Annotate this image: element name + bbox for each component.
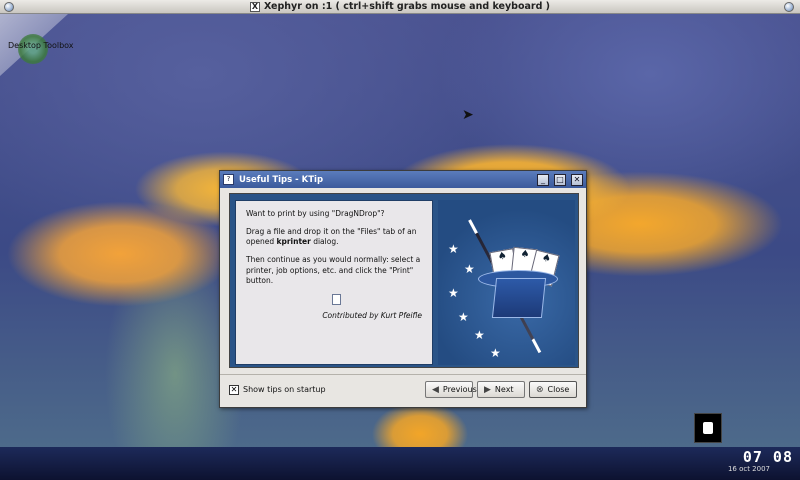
mouse-cursor-icon: ➤ xyxy=(462,107,474,123)
host-titlebar: X Xephyr on :1 ( ctrl+shift grabs mouse … xyxy=(0,0,800,14)
dialog-titlebar[interactable]: ? Useful Tips - KTip _ □ ✕ xyxy=(220,171,586,188)
close-button[interactable]: ⊗ Close xyxy=(529,381,577,398)
close-icon: ⊗ xyxy=(536,384,544,395)
host-title-text: Xephyr on :1 ( ctrl+shift grabs mouse an… xyxy=(263,1,551,12)
clock-date: 16 oct 2007 xyxy=(727,465,770,473)
star-icon: ★ xyxy=(458,310,469,324)
dialog-title: Useful Tips - KTip xyxy=(239,174,324,185)
window-close-icon[interactable] xyxy=(784,2,794,12)
tip-line-2: Then continue as you would normally: sel… xyxy=(246,255,421,285)
magic-hat-illustration: ★ ★ ★ ★ ★ ★ ♠ ♠ ♠ xyxy=(438,200,575,365)
clipboard-tray[interactable] xyxy=(694,413,722,443)
close-window-button[interactable]: ✕ xyxy=(571,173,583,186)
tip-heading: Want to print by using "DragNDrop"? xyxy=(246,209,385,218)
maximize-button[interactable]: □ xyxy=(554,173,566,186)
star-icon: ★ xyxy=(474,328,485,342)
magic-hat-icon xyxy=(491,278,547,318)
toolbox-label: Desktop Toolbox xyxy=(8,41,74,50)
show-tips-checkbox[interactable]: ✕ xyxy=(229,384,239,395)
clock-time[interactable]: 07 08 xyxy=(743,448,793,466)
minimize-button[interactable]: _ xyxy=(537,173,549,186)
star-icon: ★ xyxy=(464,262,475,276)
star-icon: ★ xyxy=(490,346,501,360)
ktip-dialog: ? Useful Tips - KTip _ □ ✕ Want to print… xyxy=(219,170,587,408)
taskbar xyxy=(0,447,800,480)
show-tips-label[interactable]: Show tips on startup xyxy=(243,385,421,394)
tip-area: Want to print by using "DragNDrop"? Drag… xyxy=(229,193,579,368)
dialog-footer: ✕ Show tips on startup ◀ Previous ▶ Next… xyxy=(220,374,586,404)
previous-button[interactable]: ◀ Previous xyxy=(425,381,477,398)
document-icon xyxy=(332,293,341,305)
x-logo-icon: X xyxy=(249,1,260,12)
tip-line-1: Drag a file and drop it on the "Files" t… xyxy=(246,227,417,247)
arrow-left-icon: ◀ xyxy=(432,384,439,395)
star-icon: ★ xyxy=(448,242,459,256)
tip-credit: Contributed by Kurt Pfeifle xyxy=(322,310,422,320)
host-window-title: X Xephyr on :1 ( ctrl+shift grabs mouse … xyxy=(249,1,551,12)
window-menu-icon[interactable] xyxy=(4,2,14,12)
next-button[interactable]: ▶ Next xyxy=(477,381,525,398)
ktip-app-icon[interactable]: ? xyxy=(223,174,234,185)
tip-kprinter-bold: kprinter xyxy=(276,237,311,247)
clipboard-icon xyxy=(703,422,713,434)
star-icon: ★ xyxy=(448,286,459,300)
tip-text-panel: Want to print by using "DragNDrop"? Drag… xyxy=(235,200,433,365)
arrow-right-icon: ▶ xyxy=(484,384,491,395)
